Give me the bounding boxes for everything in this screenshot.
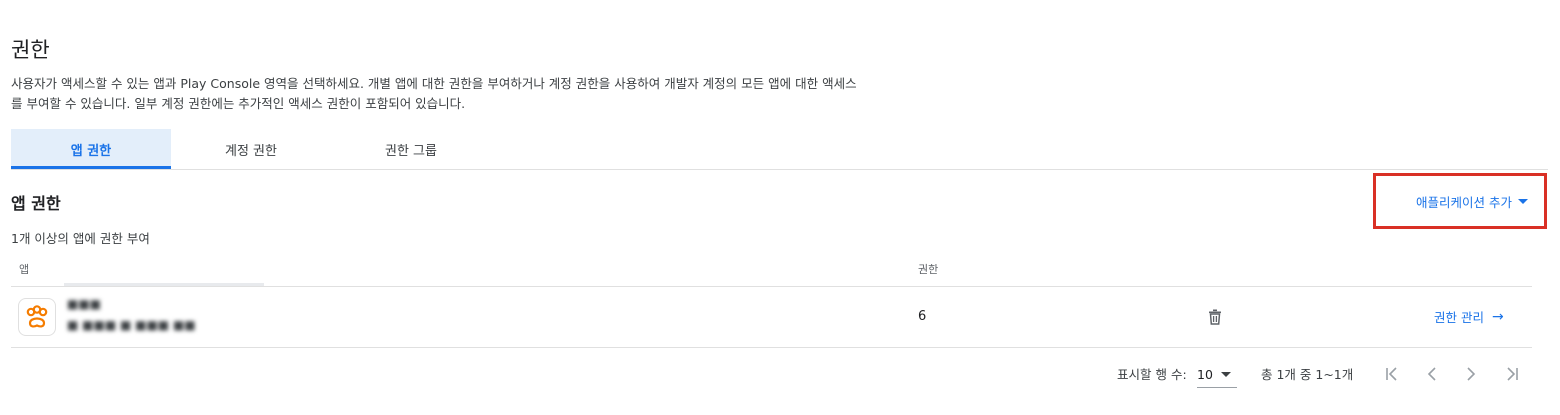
first-page-button[interactable] xyxy=(1380,362,1404,386)
rows-per-page-label: 표시할 행 수: xyxy=(1117,367,1187,382)
pagination: 표시할 행 수: 10 총 1개 중 1~1개 xyxy=(0,362,1560,388)
row-divider xyxy=(11,347,1532,348)
table-row[interactable]: ■■■ ■ ■■■ ■ ■■■ ■■ 6 권한 관리 → xyxy=(11,287,1532,347)
add-application-label: 애플리케이션 추가 xyxy=(1416,194,1512,210)
manage-permissions-link[interactable]: 권한 관리 → xyxy=(1434,307,1504,326)
app-name-redacted: ■■■ xyxy=(67,297,102,311)
tab-app-permissions[interactable]: 앱 권한 xyxy=(11,129,171,169)
last-page-icon xyxy=(1507,367,1518,381)
page-range: 총 1개 중 1~1개 xyxy=(1261,367,1354,382)
description-line-2: 를 부여할 수 있습니다. 일부 계정 권한에는 추가적인 액세스 권한이 포함… xyxy=(11,96,466,111)
section-subtitle: 1개 이상의 앱에 권한 부여 xyxy=(11,231,150,246)
delete-button[interactable] xyxy=(1206,308,1224,326)
page-description: 사용자가 액세스할 수 있는 앱과 Play Console 영역을 선택하세요… xyxy=(11,74,931,114)
first-page-icon xyxy=(1386,367,1397,381)
rows-per-page-value: 10 xyxy=(1197,367,1213,382)
permission-count: 6 xyxy=(918,309,927,324)
column-header-app[interactable]: 앱 xyxy=(19,261,29,277)
app-icon xyxy=(18,298,56,336)
tab-permission-groups[interactable]: 권한 그룹 xyxy=(331,129,491,169)
tab-divider xyxy=(11,169,1548,170)
tab-account-permissions[interactable]: 계정 권한 xyxy=(171,129,331,169)
paw-icon xyxy=(26,305,48,328)
rows-per-page-select[interactable]: 10 xyxy=(1197,362,1237,388)
column-header-permissions[interactable]: 권한 xyxy=(918,261,938,277)
arrow-right-icon: → xyxy=(1491,308,1504,325)
last-page-button[interactable] xyxy=(1500,362,1524,386)
description-line-1: 사용자가 액세스할 수 있는 앱과 Play Console 영역을 선택하세요… xyxy=(11,76,857,91)
previous-page-button[interactable] xyxy=(1420,362,1444,386)
caret-down-icon xyxy=(1220,372,1231,377)
chevron-right-icon xyxy=(1467,367,1476,381)
app-package-redacted: ■ ■■■ ■ ■■■ ■■ xyxy=(67,318,196,332)
page-title: 권한 xyxy=(11,38,50,62)
add-application-button[interactable]: 애플리케이션 추가 xyxy=(1373,173,1547,229)
caret-down-icon xyxy=(1518,198,1528,204)
section-title: 앱 권한 xyxy=(11,194,61,213)
manage-permissions-label: 권한 관리 xyxy=(1434,310,1484,325)
next-page-button[interactable] xyxy=(1459,362,1483,386)
chevron-left-icon xyxy=(1427,367,1436,381)
trash-icon xyxy=(1209,309,1221,325)
tab-bar: 앱 권한 계정 권한 권한 그룹 xyxy=(11,129,491,169)
